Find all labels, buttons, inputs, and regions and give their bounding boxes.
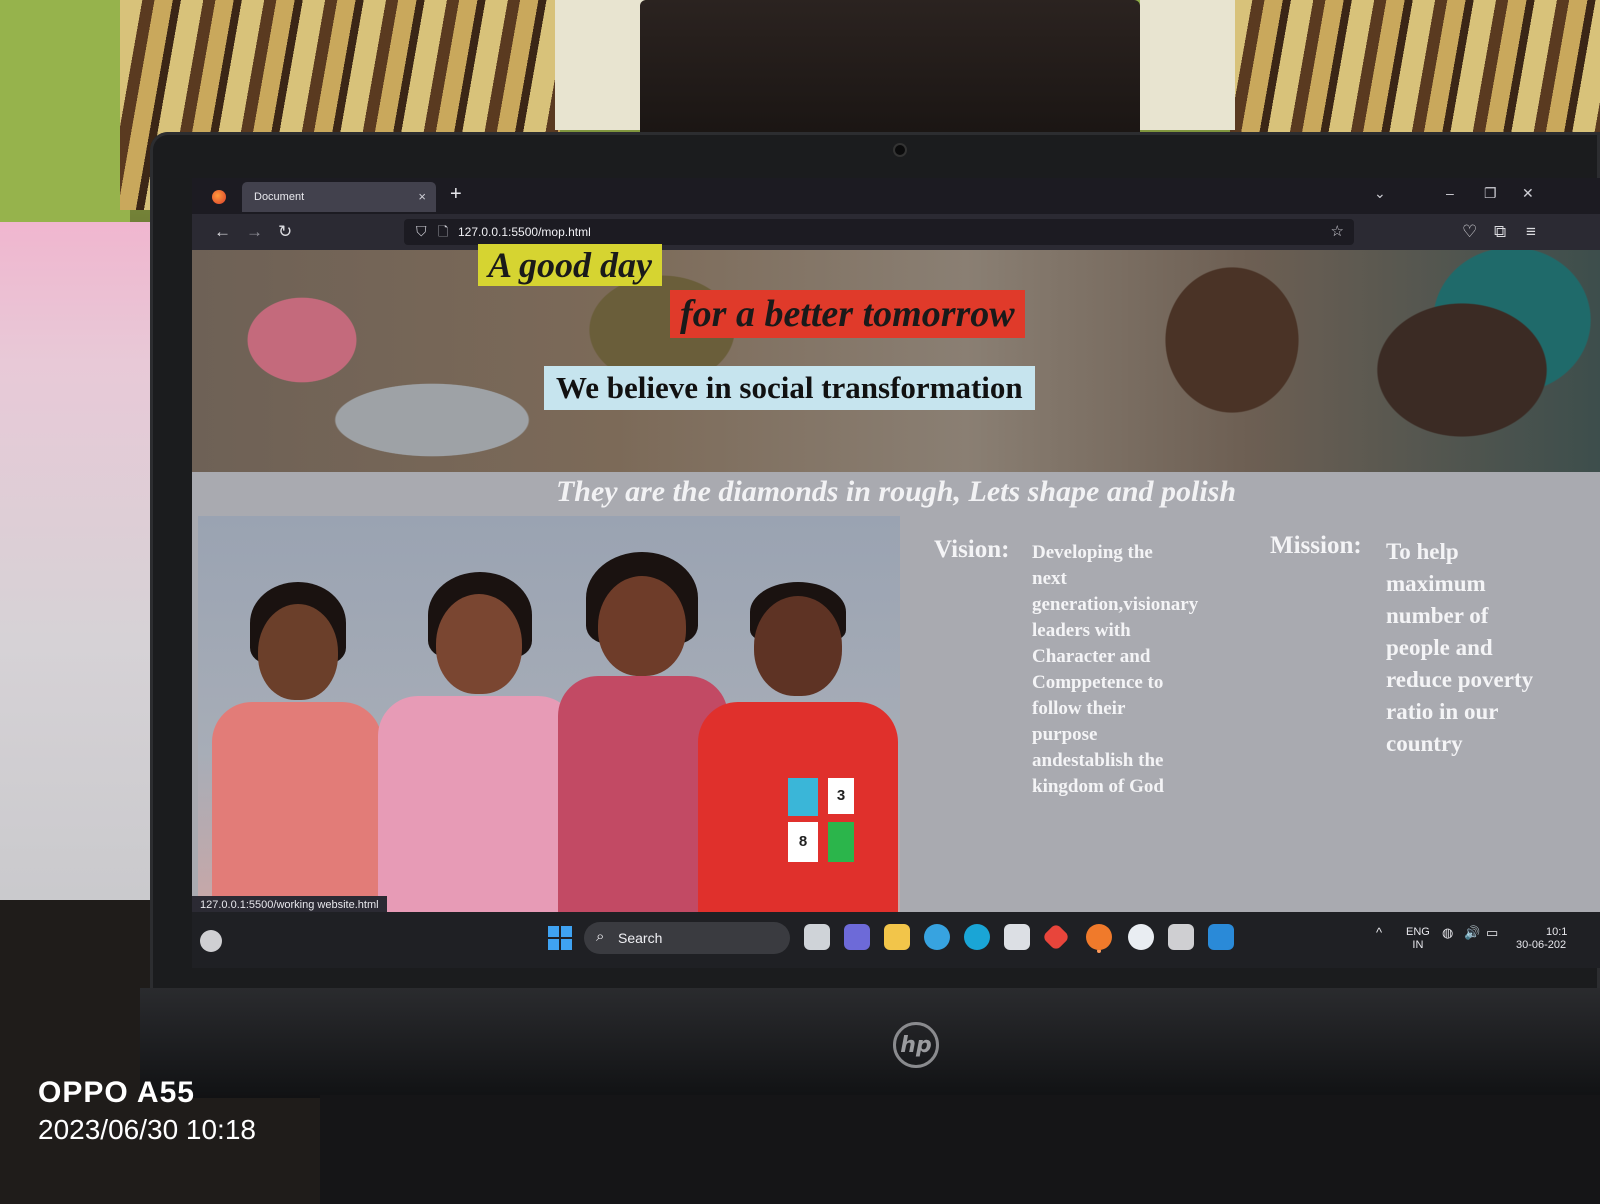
hero-heading-better-tomorrow: for a better tomorrow (670, 290, 1025, 338)
child-figure (378, 572, 578, 912)
back-arrow-icon[interactable]: ← (214, 222, 231, 242)
git-icon[interactable] (1041, 922, 1071, 952)
laptop-hinge (320, 1095, 1600, 1204)
browser-tab-bar: Document × + ⌄ – ❐ ✕ (192, 178, 1600, 214)
laptop-screen: Document × + ⌄ – ❐ ✕ ← → ↻ ⛉ 🗋 127.0.0.1… (192, 178, 1600, 968)
page-info-icon[interactable]: 🗋 (438, 223, 448, 245)
battery-icon[interactable]: ▭ (1486, 926, 1498, 939)
teams-chat-icon[interactable] (844, 924, 870, 950)
language-indicator[interactable]: ENG IN (1406, 926, 1430, 952)
reload-icon[interactable]: ↻ (278, 222, 292, 242)
hero-heading-social-transformation: We believe in social transformation (544, 366, 1035, 410)
bookmark-star-icon[interactable]: ☆ (1331, 222, 1344, 240)
url-text: 127.0.0.1:5500/mop.html (458, 225, 591, 239)
child-figure: 3 8 (698, 582, 898, 912)
list-tabs-chevron-icon[interactable]: ⌄ (1374, 185, 1386, 202)
background-window-right (1140, 0, 1235, 130)
tagline: They are the diamonds in rough, Lets sha… (555, 475, 1237, 508)
restore-icon[interactable]: ❐ (1484, 185, 1497, 202)
children-photo: 3 8 (198, 516, 900, 912)
clock[interactable]: 10:1 30-06-202 (1516, 926, 1600, 952)
taskbar-search[interactable]: ⌕ Search (584, 922, 790, 954)
tray-overflow-chevron-icon[interactable]: ^ (1376, 926, 1382, 939)
clock-date: 30-06-202 (1516, 939, 1567, 951)
shield-icon[interactable]: ⛉ (416, 223, 427, 240)
taskbar: ⌕ Search ^ ENG IN ◍ 🔊 ▭ 10:1 30-06-202 (192, 912, 1600, 968)
gmail-icon[interactable] (1168, 924, 1194, 950)
menu-icon[interactable]: ≡ (1526, 222, 1536, 242)
network-icon[interactable]: ◍ (1442, 926, 1453, 939)
tab-close-icon[interactable]: × (418, 189, 426, 204)
volume-icon[interactable]: 🔊 (1464, 926, 1480, 939)
minimize-icon[interactable]: – (1446, 185, 1454, 201)
forward-arrow-icon[interactable]: → (246, 222, 263, 242)
new-tab-button[interactable]: + (450, 183, 462, 206)
color-card (788, 778, 818, 816)
background-chair (640, 0, 1140, 140)
number-badge: 3 (828, 778, 854, 814)
tab-title: Document (254, 191, 305, 203)
mission-label: Mission: (1270, 532, 1362, 559)
search-icon: ⌕ (596, 928, 605, 945)
web-page: A good day for a better tomorrow We beli… (192, 244, 1600, 912)
vscode-icon[interactable] (1208, 924, 1234, 950)
mission-text: To help maximum number of people and red… (1386, 539, 1534, 756)
task-view-icon[interactable] (804, 924, 830, 950)
hp-logo-icon: hp (893, 1022, 939, 1068)
number-badge: 8 (788, 822, 818, 862)
clock-time: 10:1 (1546, 926, 1568, 938)
hero-heading-good-day: A good day (478, 244, 663, 286)
webcam (893, 143, 907, 157)
hero-banner-image: A good day for a better tomorrow We beli… (192, 244, 1600, 472)
language-region: IN (1412, 939, 1424, 951)
firefox-taskbar-icon[interactable] (1086, 924, 1112, 950)
color-card (828, 822, 854, 862)
weather-app-icon[interactable] (924, 924, 950, 950)
file-explorer-icon[interactable] (884, 924, 910, 950)
edge-browser-icon[interactable] (964, 924, 990, 950)
weather-icon[interactable] (200, 930, 222, 952)
camera-watermark-datetime: 2023/06/30 10:18 (38, 1114, 256, 1145)
child-figure (212, 582, 382, 912)
extensions-icon[interactable]: ⧉ (1494, 222, 1506, 242)
vision-text: Developing the next generation,visionary… (1032, 542, 1199, 797)
language-code: ENG (1406, 926, 1430, 938)
chrome-app-icon[interactable] (1128, 924, 1154, 950)
browser-tab[interactable]: Document × (242, 182, 436, 212)
microsoft-store-icon[interactable] (1004, 924, 1030, 950)
background-wall (0, 0, 130, 230)
background-window-left (555, 0, 645, 130)
laptop-bezel-bottom (140, 988, 1600, 1098)
search-label: Search (618, 930, 663, 946)
address-bar[interactable]: ⛉ 🗋 127.0.0.1:5500/mop.html ☆ (404, 219, 1354, 245)
firefox-icon (212, 190, 226, 204)
pocket-icon[interactable]: ♡ (1462, 222, 1477, 242)
vision-label: Vision: (934, 536, 1010, 563)
browser-nav-bar: ← → ↻ ⛉ 🗋 127.0.0.1:5500/mop.html ☆ ♡ ⧉ … (192, 214, 1600, 250)
start-windows-icon[interactable] (548, 926, 572, 950)
camera-watermark-model: OPPO A55 (38, 1076, 195, 1109)
close-window-icon[interactable]: ✕ (1522, 185, 1534, 202)
